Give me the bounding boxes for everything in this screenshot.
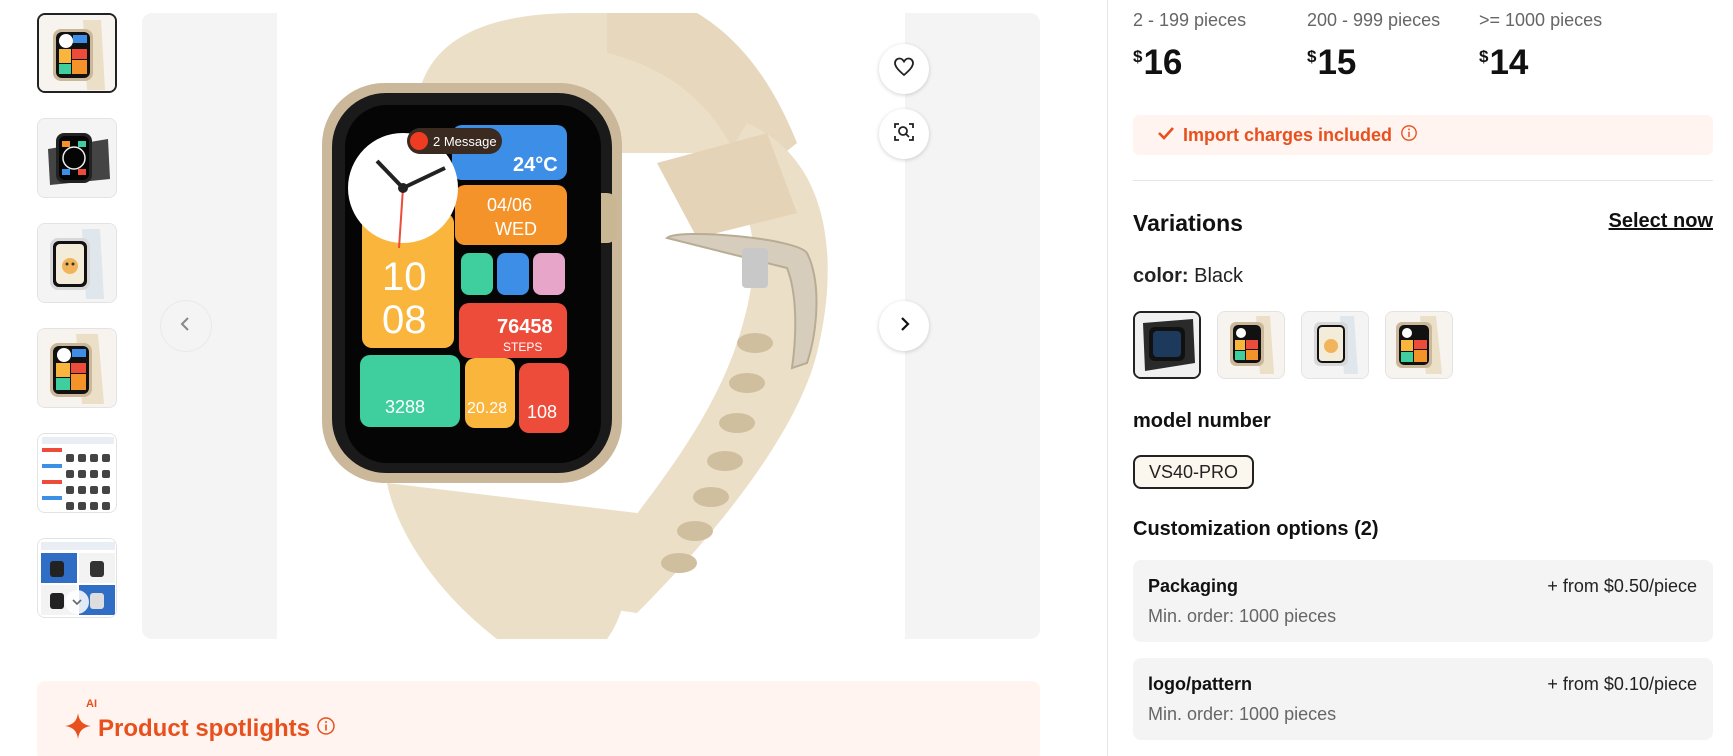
watch-date: 04/06 bbox=[487, 195, 532, 215]
info-icon[interactable] bbox=[316, 716, 336, 741]
tier-qty: >= 1000 pieces bbox=[1479, 10, 1603, 30]
swatch-beige-2[interactable] bbox=[1385, 311, 1453, 379]
watch-calories: 3288 bbox=[385, 397, 425, 417]
price-tier-2: 200 - 999 pieces $15 bbox=[1307, 10, 1449, 83]
watch-message: 2 Message bbox=[433, 134, 497, 149]
model-number-label: model number bbox=[1133, 410, 1271, 432]
model-number-option[interactable]: VS40-PRO bbox=[1133, 455, 1255, 489]
customization-option-packaging[interactable]: Packaging + from $0.50/piece Min. order:… bbox=[1133, 560, 1713, 642]
main-product-image: 24°C 04/06 WED 10 08 76458 STEPS 3288 20… bbox=[277, 13, 905, 639]
thumbnail-2[interactable] bbox=[37, 118, 117, 198]
favorite-button[interactable] bbox=[879, 44, 929, 94]
price-tiers: 2 - 199 pieces $16 200 - 999 pieces $15 … bbox=[1133, 10, 1632, 83]
color-label-row: color: Black bbox=[1133, 265, 1243, 288]
swatch-black[interactable] bbox=[1133, 311, 1201, 379]
main-image-viewer: 24°C 04/06 WED 10 08 76458 STEPS 3288 20… bbox=[142, 13, 1040, 639]
sparkle-icon bbox=[64, 712, 92, 745]
thumbnail-3[interactable] bbox=[37, 223, 117, 303]
option-min-order: Min. order: 1000 pieces bbox=[1148, 606, 1337, 626]
watch-minute: 08 bbox=[382, 298, 427, 342]
option-price: + from $0.50/piece bbox=[1547, 576, 1697, 596]
thumbnail-4[interactable] bbox=[37, 328, 117, 408]
tier-price: $14 bbox=[1479, 43, 1529, 82]
watch-steps: 76458 bbox=[497, 316, 553, 338]
option-price: + from $0.10/piece bbox=[1547, 674, 1697, 694]
option-name: logo/pattern bbox=[1148, 674, 1252, 694]
ai-badge: AI bbox=[86, 698, 97, 710]
price-tier-1: 2 - 199 pieces $16 bbox=[1133, 10, 1277, 83]
customization-option-logo[interactable]: logo/pattern + from $0.10/piece Min. ord… bbox=[1133, 658, 1713, 740]
scan-search-icon bbox=[892, 120, 916, 149]
swatch-white[interactable] bbox=[1301, 311, 1369, 379]
watch-day: WED bbox=[495, 219, 537, 239]
product-spotlights-title: AI Product spotlights bbox=[64, 698, 336, 745]
watch-heart: 108 bbox=[527, 402, 557, 422]
tier-qty: 2 - 199 pieces bbox=[1133, 10, 1247, 30]
option-min-order: Min. order: 1000 pieces bbox=[1148, 704, 1337, 724]
option-name: Packaging bbox=[1148, 576, 1239, 596]
prev-image-button[interactable] bbox=[161, 301, 211, 351]
tier-price: $16 bbox=[1133, 43, 1183, 82]
watch-steps-label: STEPS bbox=[503, 340, 542, 354]
customization-title: Customization options (2) bbox=[1133, 518, 1379, 540]
chevron-down-icon bbox=[65, 590, 89, 614]
info-icon[interactable] bbox=[1400, 124, 1418, 147]
watch-temp: 24°C bbox=[513, 154, 558, 176]
tier-price: $15 bbox=[1307, 43, 1357, 82]
swatch-beige[interactable] bbox=[1217, 311, 1285, 379]
color-value: Black bbox=[1194, 265, 1244, 287]
thumbnail-list bbox=[37, 13, 117, 643]
section-divider bbox=[1133, 180, 1713, 181]
import-charges-text: Import charges included bbox=[1183, 124, 1393, 145]
watch-distance: 20.28 bbox=[467, 400, 507, 417]
column-divider bbox=[1107, 0, 1108, 756]
chevron-left-icon bbox=[177, 315, 195, 338]
price-tier-3: >= 1000 pieces $14 bbox=[1479, 10, 1602, 83]
check-icon bbox=[1157, 125, 1175, 146]
thumbnail-1[interactable] bbox=[37, 13, 117, 93]
heart-icon bbox=[892, 55, 916, 84]
color-swatches bbox=[1133, 311, 1453, 379]
next-image-button[interactable] bbox=[879, 301, 929, 351]
variations-title: Variations bbox=[1133, 210, 1243, 236]
chevron-right-icon bbox=[895, 315, 913, 338]
spotlights-title-text: Product spotlights bbox=[98, 714, 310, 742]
tier-qty: 200 - 999 pieces bbox=[1307, 10, 1441, 30]
thumbnail-scroll-down[interactable] bbox=[37, 590, 117, 614]
watch-hour: 10 bbox=[382, 255, 427, 299]
image-search-button[interactable] bbox=[879, 109, 929, 159]
select-now-link[interactable]: Select now bbox=[1609, 210, 1713, 233]
thumbnail-5[interactable] bbox=[37, 433, 117, 513]
import-charges-note: Import charges included bbox=[1133, 115, 1713, 155]
color-label: color: bbox=[1133, 265, 1189, 287]
